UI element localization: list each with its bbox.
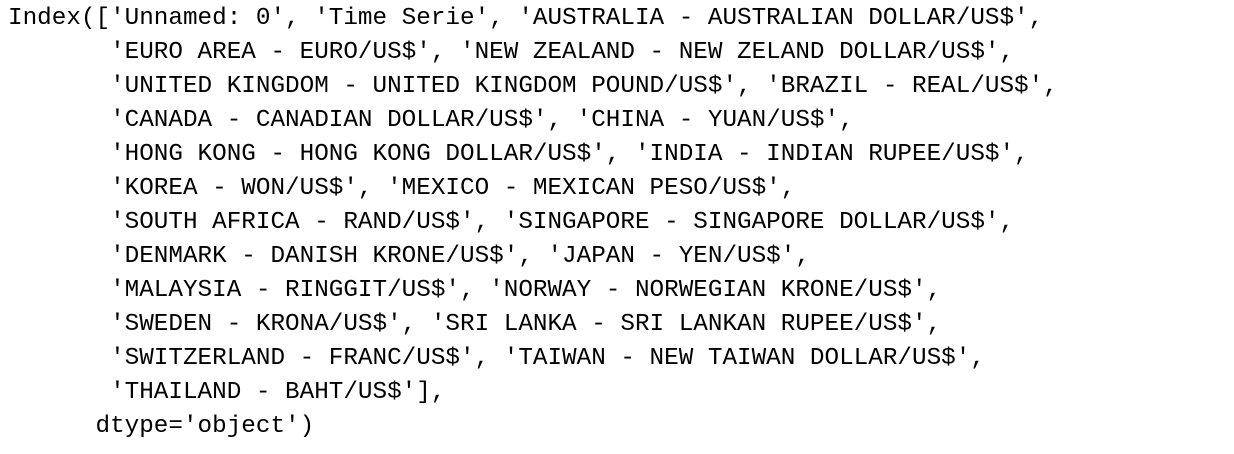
output-line: dtype='object'): [8, 413, 315, 440]
output-line: 'UNITED KINGDOM - UNITED KINGDOM POUND/U…: [8, 73, 1058, 100]
output-line: 'MALAYSIA - RINGGIT/US$', 'NORWAY - NORW…: [8, 277, 942, 304]
code-output: Index(['Unnamed: 0', 'Time Serie', 'AUST…: [8, 2, 1058, 444]
output-line: 'EURO AREA - EURO/US$', 'NEW ZEALAND - N…: [8, 39, 1015, 66]
output-line: 'SWEDEN - KRONA/US$', 'SRI LANKA - SRI L…: [8, 311, 942, 338]
output-line: 'KOREA - WON/US$', 'MEXICO - MEXICAN PES…: [8, 175, 796, 202]
output-line: 'THAILAND - BAHT/US$'],: [8, 379, 446, 406]
output-line: 'SOUTH AFRICA - RAND/US$', 'SINGAPORE - …: [8, 209, 1015, 236]
output-line: 'SWITZERLAND - FRANC/US$', 'TAIWAN - NEW…: [8, 345, 985, 372]
output-line: 'DENMARK - DANISH KRONE/US$', 'JAPAN - Y…: [8, 243, 810, 270]
output-line: 'HONG KONG - HONG KONG DOLLAR/US$', 'IND…: [8, 141, 1029, 168]
output-line: Index(['Unnamed: 0', 'Time Serie', 'AUST…: [8, 5, 1044, 32]
output-line: 'CANADA - CANADIAN DOLLAR/US$', 'CHINA -…: [8, 107, 854, 134]
